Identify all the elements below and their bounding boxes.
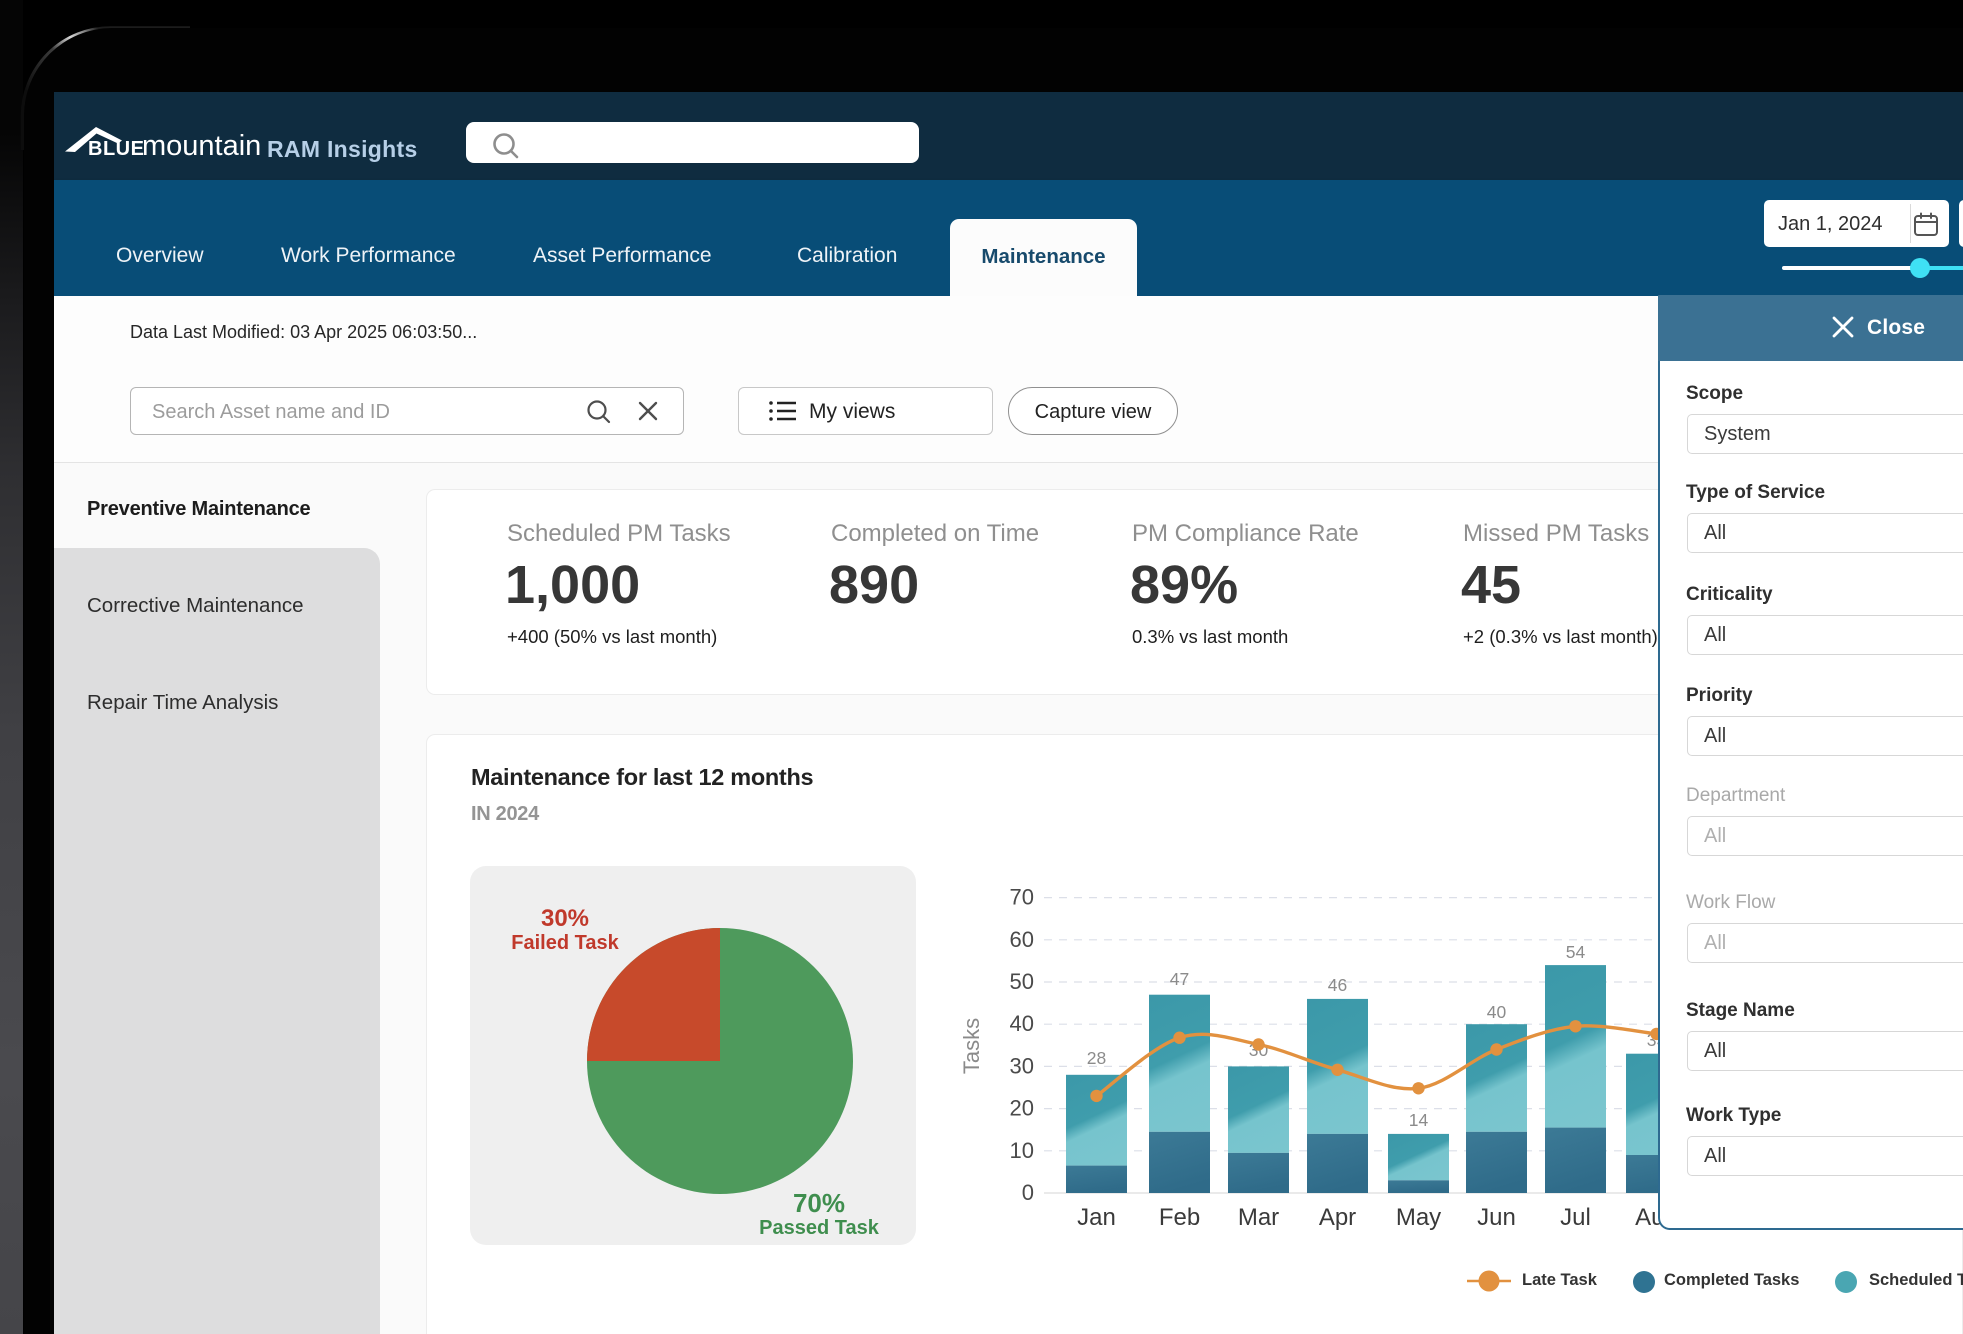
svg-text:50: 50: [1010, 969, 1034, 994]
svg-text:60: 60: [1010, 927, 1034, 952]
svg-text:70: 70: [1010, 885, 1034, 910]
svg-text:54: 54: [1566, 942, 1586, 962]
svg-text:Jun: Jun: [1477, 1204, 1516, 1231]
svg-text:40: 40: [1487, 1002, 1507, 1022]
svg-text:47: 47: [1170, 969, 1189, 989]
svg-text:Apr: Apr: [1319, 1204, 1356, 1231]
svg-text:Mar: Mar: [1238, 1204, 1279, 1231]
svg-text:0: 0: [1022, 1180, 1034, 1205]
svg-text:20: 20: [1010, 1096, 1034, 1121]
svg-text:40: 40: [1010, 1011, 1034, 1036]
svg-text:14: 14: [1409, 1110, 1429, 1130]
svg-text:Feb: Feb: [1159, 1204, 1200, 1231]
svg-text:Jul: Jul: [1560, 1204, 1591, 1231]
svg-text:Tasks: Tasks: [959, 1018, 984, 1074]
svg-text:May: May: [1396, 1204, 1441, 1231]
svg-text:28: 28: [1087, 1048, 1106, 1068]
svg-text:30: 30: [1010, 1053, 1034, 1078]
svg-text:46: 46: [1328, 975, 1347, 995]
svg-text:Jan: Jan: [1077, 1204, 1116, 1231]
svg-text:10: 10: [1010, 1138, 1034, 1163]
